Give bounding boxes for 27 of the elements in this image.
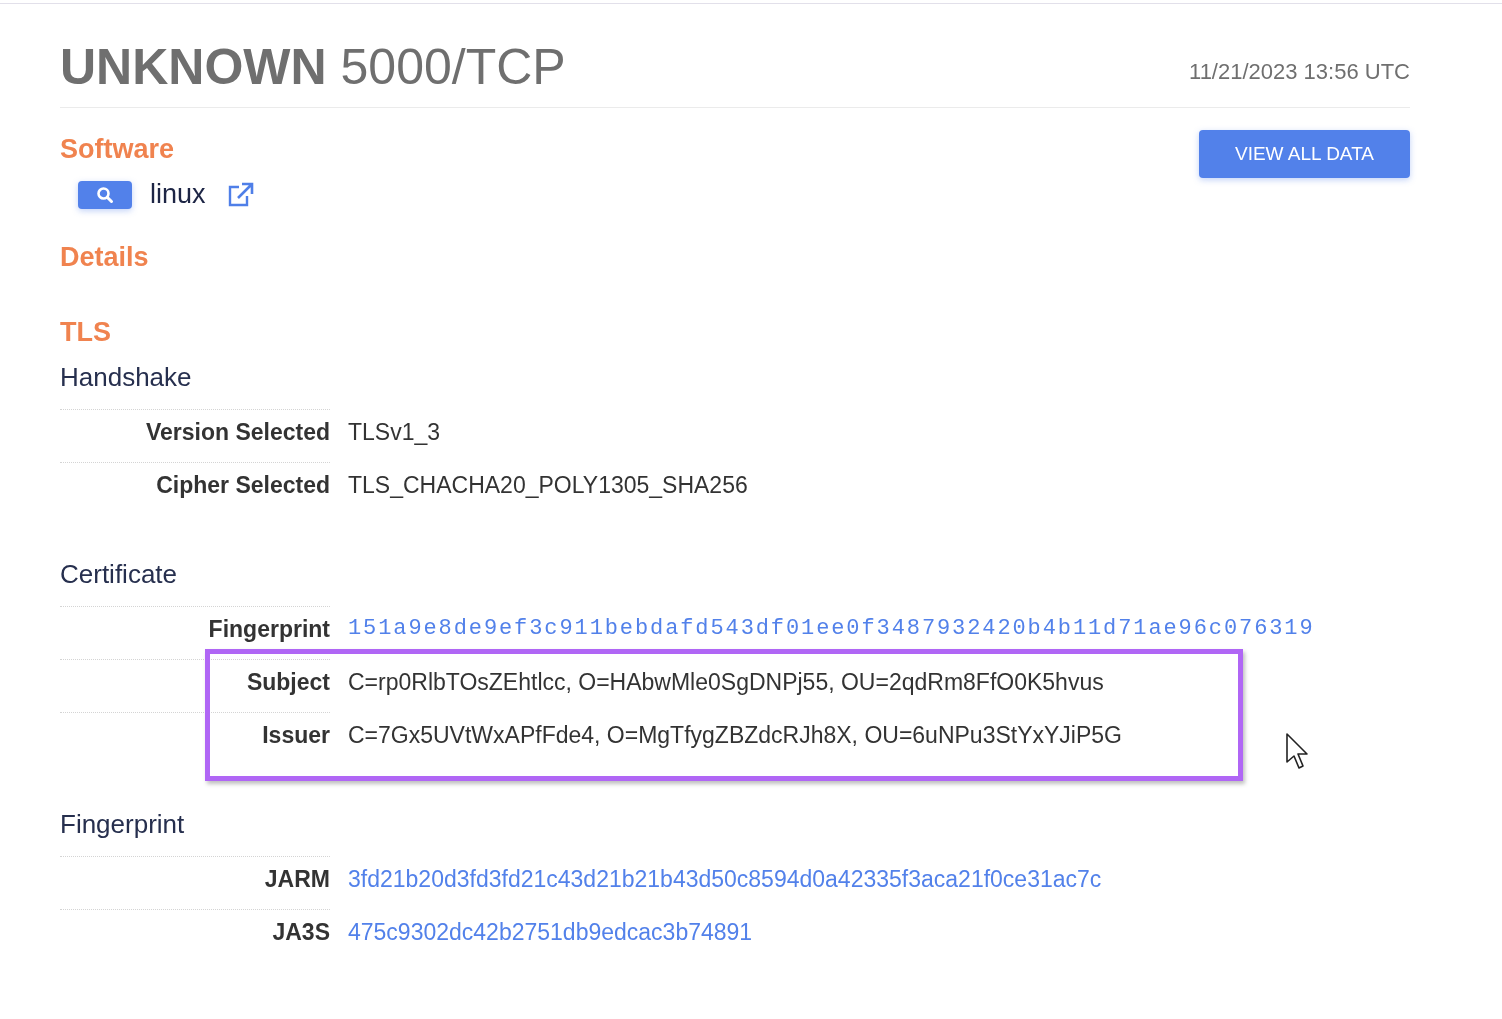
search-button[interactable]: [78, 180, 132, 209]
field-label: JA3S: [60, 909, 330, 962]
section-title: Software: [60, 134, 176, 165]
page-title: UNKNOWN 5000/TCP: [60, 40, 566, 95]
subsection-title: Fingerprint: [60, 809, 186, 840]
hash-link[interactable]: 3fd21b20d3fd3fd21c43d21b21b43d50c8594d0a42335f3aca21f0ce31ac7c: [348, 857, 1102, 901]
software-name: linux: [150, 179, 206, 210]
field-label: Subject: [60, 659, 330, 712]
subsection-title: Handshake: [60, 362, 193, 393]
field-value: TLS_CHACHA20_POLY1305_SHA256: [348, 471, 748, 500]
search-icon: [96, 185, 114, 204]
field-value: C=7Gx5UVtWxAPfFde4, O=MgTfygZBZdcRJh8X, OU=6uNPu3StYxYJiP5G: [348, 721, 1122, 750]
section-title: TLS: [60, 317, 112, 348]
hash-link[interactable]: 475c9302dc42b2751db9edcac3b74891: [348, 910, 753, 954]
field-label: JARM: [60, 856, 330, 909]
timestamp: 11/21/2023 13:56 UTC: [1189, 59, 1410, 86]
field-label: Cipher Selected: [60, 462, 330, 515]
section-title: Details: [60, 242, 150, 273]
view-all-data-button[interactable]: VIEW ALL DATA: [1199, 130, 1410, 178]
hash-link[interactable]: 151a9e8de9ef3c911bebdafd543df01ee0f3487932420b4b11d71ae96c076319: [348, 607, 1315, 651]
field-label: Fingerprint: [60, 606, 330, 659]
field-value: TLSv1_3: [348, 418, 441, 447]
mouse-pointer-icon: [1285, 732, 1311, 770]
field-label: Version Selected: [60, 409, 330, 462]
subsection-title: Certificate: [60, 559, 179, 590]
field-label: Issuer: [60, 712, 330, 765]
field-value: C=rp0RlbTOsZEhtlcc, O=HAbwMle0SgDNPj55, OU=2qdRm8FfO0K5hvus: [348, 668, 1104, 697]
